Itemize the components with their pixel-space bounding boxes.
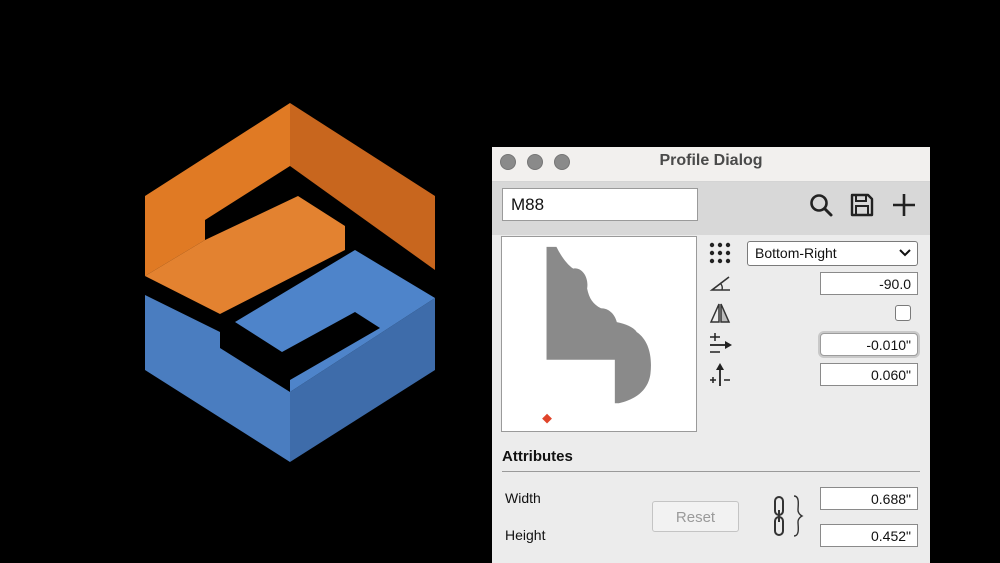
angle-icon	[709, 276, 730, 291]
anchor-select[interactable]: Bottom-Right	[747, 241, 918, 266]
reset-button[interactable]: Reset	[652, 501, 739, 532]
profile-dialog: Profile Dialog Bottom-Right	[492, 147, 930, 563]
attributes-heading: Attributes	[502, 448, 573, 465]
width-field[interactable]: 0.688"	[820, 487, 918, 510]
save-icon[interactable]	[848, 191, 876, 219]
vertical-offset-icon	[710, 363, 730, 386]
grid-dots-icon	[709, 242, 731, 264]
horizontal-offset-field[interactable]: -0.010"	[820, 333, 918, 356]
app-logo	[145, 103, 435, 462]
profile-shape	[546, 246, 651, 404]
mirror-checkbox[interactable]	[895, 305, 911, 321]
anchor-select-value: Bottom-Right	[755, 245, 837, 261]
vertical-offset-field[interactable]: 0.060"	[820, 363, 918, 386]
height-label: Height	[505, 527, 546, 543]
attributes-divider	[502, 471, 920, 472]
chevron-down-icon	[899, 249, 911, 257]
dialog-title: Profile Dialog	[659, 152, 763, 169]
title-bar[interactable]: Profile Dialog	[492, 147, 930, 182]
width-label: Width	[505, 490, 541, 506]
chain-link-icon[interactable]	[772, 492, 804, 540]
horizontal-offset-icon	[710, 333, 732, 353]
profile-name-input[interactable]	[502, 188, 698, 221]
origin-marker	[542, 413, 552, 424]
toolbar	[492, 182, 930, 235]
profile-preview[interactable]	[501, 236, 697, 432]
add-icon[interactable]	[890, 191, 918, 219]
height-field[interactable]: 0.452"	[820, 524, 918, 547]
angle-field[interactable]: -90.0	[820, 272, 918, 295]
search-icon[interactable]	[807, 191, 835, 219]
mirror-icon	[709, 303, 731, 323]
